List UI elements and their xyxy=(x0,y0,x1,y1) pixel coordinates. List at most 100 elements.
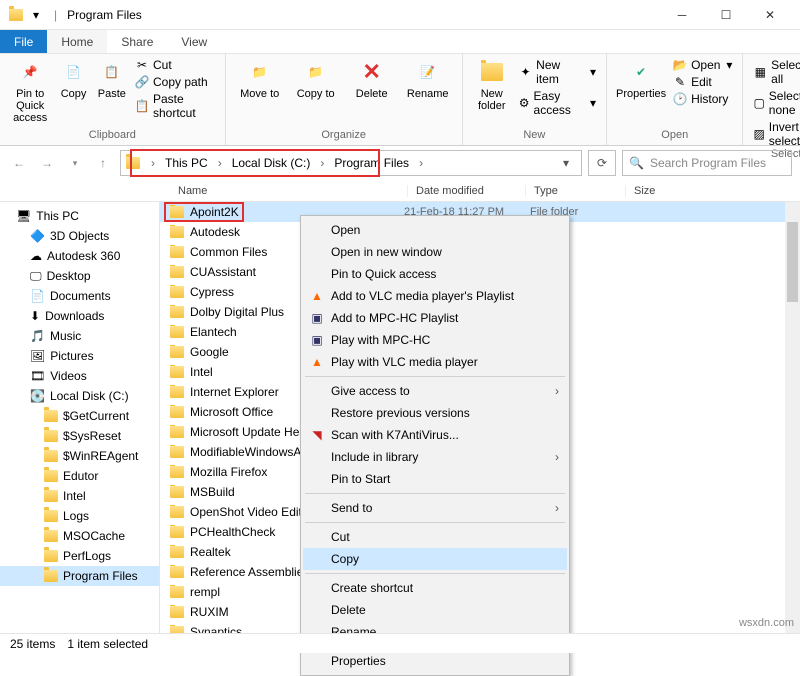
context-item-label: Send to xyxy=(331,501,372,515)
move-to-button[interactable]: 📁Move to xyxy=(236,58,284,100)
folder-icon xyxy=(170,326,184,338)
tab-file[interactable]: File xyxy=(0,30,47,53)
sidebar-item-label: Program Files xyxy=(63,569,138,583)
maximize-button[interactable]: ☐ xyxy=(704,1,748,29)
sidebar-item[interactable]: $GetCurrent xyxy=(0,406,159,426)
new-item-button[interactable]: ✦New item▾ xyxy=(519,58,596,86)
context-item[interactable]: Restore previous versions xyxy=(303,402,567,424)
col-date[interactable]: Date modified xyxy=(408,185,526,197)
easy-access-button[interactable]: ⚙Easy access▾ xyxy=(519,89,596,117)
sidebar-item[interactable]: ☁Autodesk 360 xyxy=(0,246,159,266)
addr-dropdown[interactable]: ▾ xyxy=(555,152,577,174)
context-item[interactable]: ▲Play with VLC media player xyxy=(303,351,567,373)
context-item[interactable]: Pin to Start xyxy=(303,468,567,490)
recent-dropdown[interactable]: ▾ xyxy=(64,152,86,174)
column-headers: Name Date modified Type Size xyxy=(0,180,800,202)
context-item-label: Give access to xyxy=(331,384,410,398)
scrollbar[interactable] xyxy=(785,202,800,633)
col-name[interactable]: Name xyxy=(170,185,408,197)
refresh-button[interactable]: ⟳ xyxy=(588,150,616,176)
paste-button[interactable]: 📋Paste xyxy=(97,58,127,100)
context-item-label: Pin to Start xyxy=(331,472,390,486)
context-item[interactable]: Send to› xyxy=(303,497,567,519)
tab-share[interactable]: Share xyxy=(107,30,167,53)
sidebar-item[interactable]: 🎞Videos xyxy=(0,366,159,386)
sidebar-item[interactable]: Intel xyxy=(0,486,159,506)
tab-home[interactable]: Home xyxy=(47,30,107,53)
sidebar-item[interactable]: ⬇Downloads xyxy=(0,306,159,326)
copy-to-button[interactable]: 📁Copy to xyxy=(292,58,340,100)
context-item[interactable]: Delete xyxy=(303,599,567,621)
sidebar-item[interactable]: 🖵Desktop xyxy=(0,266,159,286)
file-name: Cypress xyxy=(190,285,234,299)
ribbon-new: New folder ✦New item▾ ⚙Easy access▾ New xyxy=(463,54,607,145)
open-button[interactable]: 📂Open▾ xyxy=(673,58,732,72)
scrollbar-thumb[interactable] xyxy=(787,222,798,302)
paste-shortcut-icon: 📋 xyxy=(135,99,149,113)
easy-access-icon: ⚙ xyxy=(519,96,530,110)
sidebar-item[interactable]: MSOCache xyxy=(0,526,159,546)
rename-button[interactable]: 📝Rename xyxy=(404,58,452,100)
cut-button[interactable]: ✂Cut xyxy=(135,58,215,72)
up-button[interactable]: ↑ xyxy=(92,152,114,174)
tab-view[interactable]: View xyxy=(167,30,221,53)
sidebar-item[interactable]: 📄Documents xyxy=(0,286,159,306)
minimize-button[interactable]: ─ xyxy=(660,1,704,29)
sidebar-item[interactable]: PerfLogs xyxy=(0,546,159,566)
dropdown-icon[interactable]: ▾ xyxy=(28,7,44,23)
new-folder-button[interactable]: New folder xyxy=(473,58,511,112)
context-item[interactable]: Create shortcut xyxy=(303,577,567,599)
col-size[interactable]: Size xyxy=(626,185,706,197)
highlight-breadcrumb xyxy=(130,149,380,177)
pin-quick-access-button[interactable]: 📌Pin to Quick access xyxy=(10,58,50,124)
forward-button[interactable]: → xyxy=(36,152,58,174)
delete-button[interactable]: ✕Delete xyxy=(348,58,396,100)
sidebar-item-label: Intel xyxy=(63,489,86,503)
col-type[interactable]: Type xyxy=(526,185,626,197)
sidebar-item[interactable]: Logs xyxy=(0,506,159,526)
context-item[interactable]: ▣Play with MPC-HC xyxy=(303,329,567,351)
context-item[interactable]: Properties xyxy=(303,650,567,672)
sidebar-item[interactable]: 🔷3D Objects xyxy=(0,226,159,246)
search-input[interactable]: 🔍 Search Program Files xyxy=(622,150,792,176)
back-button[interactable]: ← xyxy=(8,152,30,174)
sidebar-item[interactable]: Edutor xyxy=(0,466,159,486)
invert-selection-button[interactable]: ▨Invert selection xyxy=(753,120,800,148)
paste-shortcut-button[interactable]: 📋Paste shortcut xyxy=(135,92,215,120)
sidebar-item[interactable]: $SysReset xyxy=(0,426,159,446)
context-item[interactable]: Cut xyxy=(303,526,567,548)
copy-button[interactable]: 📄Copy xyxy=(58,58,88,100)
edit-button[interactable]: ✎Edit xyxy=(673,75,732,89)
context-item[interactable]: Give access to› xyxy=(303,380,567,402)
sidebar-item[interactable]: 🎵Music xyxy=(0,326,159,346)
sidebar-item[interactable]: 🖼Pictures xyxy=(0,346,159,366)
chevron-right-icon[interactable]: › xyxy=(415,151,427,175)
context-item[interactable]: Open in new window xyxy=(303,241,567,263)
close-button[interactable]: ✕ xyxy=(748,1,792,29)
context-item[interactable]: ▲Add to VLC media player's Playlist xyxy=(303,285,567,307)
folder-icon xyxy=(8,7,24,23)
sidebar-item-label: MSOCache xyxy=(63,529,125,543)
context-item[interactable]: ◥Scan with K7AntiVirus... xyxy=(303,424,567,446)
copy-path-button[interactable]: 🔗Copy path xyxy=(135,75,215,89)
select-all-button[interactable]: ▦Select all xyxy=(753,58,800,86)
history-button[interactable]: 🕑History xyxy=(673,92,732,106)
properties-button[interactable]: ✔Properties xyxy=(617,58,665,100)
sidebar-item[interactable]: 💽Local Disk (C:) xyxy=(0,386,159,406)
window-title: Program Files xyxy=(67,8,142,22)
sidebar-item[interactable]: 🖥This PC xyxy=(0,206,159,226)
invert-icon: ▨ xyxy=(753,127,764,141)
context-item[interactable]: Pin to Quick access xyxy=(303,263,567,285)
clipboard-label: Clipboard xyxy=(89,129,136,143)
context-item[interactable]: Copy xyxy=(303,548,567,570)
context-item[interactable]: Open xyxy=(303,219,567,241)
nav-row: ← → ▾ ↑ › This PC › Local Disk (C:) › Pr… xyxy=(0,146,800,180)
sidebar-item[interactable]: $WinREAgent xyxy=(0,446,159,466)
folder-icon xyxy=(170,606,184,618)
sidebar-item-label: Local Disk (C:) xyxy=(50,389,129,403)
select-none-button[interactable]: ▢Select none xyxy=(753,89,800,117)
context-item[interactable]: Include in library› xyxy=(303,446,567,468)
context-item[interactable]: ▣Add to MPC-HC Playlist xyxy=(303,307,567,329)
sidebar-item[interactable]: Program Files xyxy=(0,566,159,586)
mpc-icon: ▣ xyxy=(309,332,325,348)
